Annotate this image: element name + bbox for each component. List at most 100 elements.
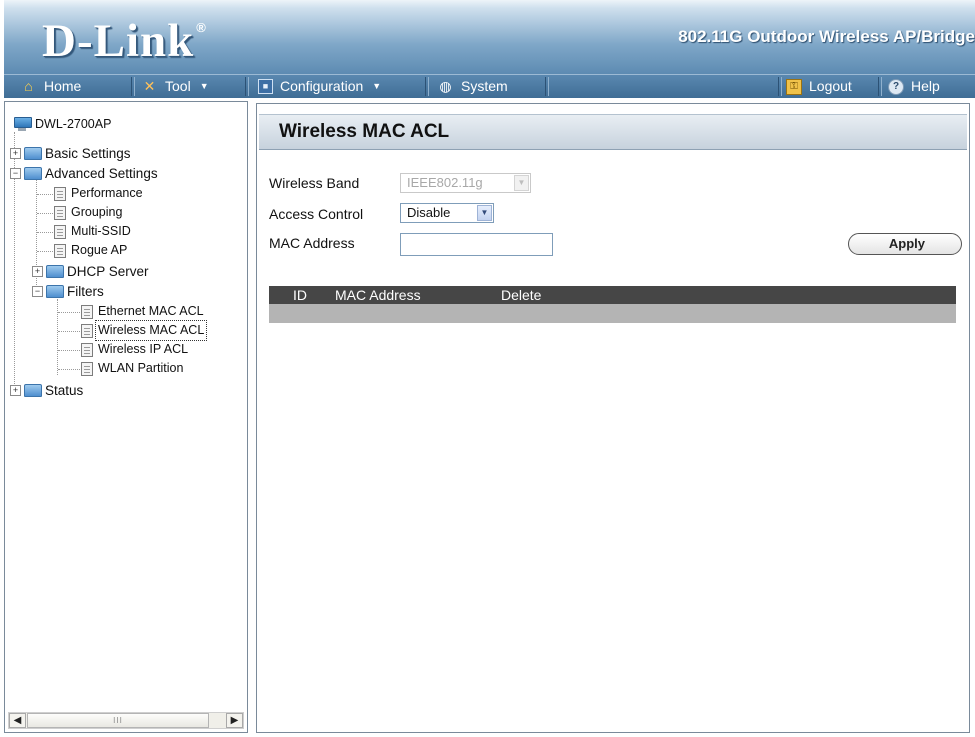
menu-separator [778,77,782,96]
menu-bar: ⌂ Home ✕ Tool ▼ ■ Configuration ▼ ◍ Syst… [4,74,975,98]
menu-logout-label: Logout [809,78,852,94]
tree-connector [37,194,53,195]
tree-item-label: Wireless IP ACL [98,342,189,356]
menu-help[interactable]: ? Help [888,75,940,98]
tree-item-label: Rogue AP [71,243,128,257]
folder-icon [24,384,42,397]
product-name: 802.11G Outdoor Wireless AP/Bridge [678,27,975,46]
tree-item-performance[interactable]: Performance [54,184,143,203]
access-point-icon [12,116,32,133]
apply-button[interactable]: Apply [848,233,962,255]
tree-item-status[interactable]: + Status [10,381,83,400]
tree-item-rogue-ap[interactable]: Rogue AP [54,241,127,260]
globe-icon: ◍ [439,78,452,94]
tree-item-label: WLAN Partition [98,361,184,375]
scroll-left-icon[interactable]: ◀ [9,713,26,728]
collapse-icon[interactable]: − [32,286,43,297]
menu-home[interactable]: ⌂ Home [20,75,81,98]
menu-logout[interactable]: ⚿ Logout [786,75,852,98]
tree-item-wlan-partition[interactable]: WLAN Partition [81,359,183,378]
navigation-tree: DWL-2700AP + Basic Settings − Advanced S… [4,101,248,733]
tree-item-filters[interactable]: − Filters [32,282,104,301]
page-icon [81,342,93,357]
tree-connector [58,350,80,351]
tree-item-label-selected: Wireless MAC ACL [95,320,208,341]
tree-connector [57,299,58,375]
open-folder-icon [24,167,42,180]
tree-connector [58,369,80,370]
help-icon: ? [888,78,904,95]
tree-connector [37,213,53,214]
tool-icon: ✕ [143,78,156,94]
page-icon [81,304,93,319]
tree-item-wireless-mac-acl[interactable]: Wireless MAC ACL [81,320,208,341]
wireless-band-select: IEEE802.11g ▼ [400,173,531,193]
wireless-band-value: IEEE802.11g [407,175,483,190]
menu-tool-label: Tool [165,78,191,94]
menu-home-label: Home [44,78,82,94]
tree-item-wireless-ip-acl[interactable]: Wireless IP ACL [81,340,188,359]
page-icon [54,205,66,220]
scroll-grip: III [113,716,123,725]
tree-item-dhcp-server[interactable]: + DHCP Server [32,262,149,281]
tree-item-root[interactable]: DWL-2700AP [12,115,111,134]
page-icon [81,323,93,338]
access-control-select[interactable]: Disable ▼ [400,203,494,223]
tree-item-label: DHCP Server [67,264,149,279]
page-icon [54,224,66,239]
tree-item-label: Performance [71,186,143,200]
expand-icon[interactable]: + [10,148,21,159]
tree-item-multi-ssid[interactable]: Multi-SSID [54,222,131,241]
menu-tool[interactable]: ✕ Tool ▼ [141,75,209,98]
tree-connector [37,232,53,233]
tree-item-advanced-settings[interactable]: − Advanced Settings [10,164,158,183]
col-delete: Delete [501,287,542,303]
scroll-thumb[interactable]: III [27,713,209,728]
app-header: D-Link ® 802.11G Outdoor Wireless AP/Brid… [4,0,975,74]
dlink-logo: D-Link ® [42,15,207,67]
tree-item-label: Filters [67,284,104,299]
title-bar: Wireless MAC ACL [259,114,967,150]
menu-separator [245,77,249,96]
tree-item-label: Advanced Settings [45,166,158,181]
menu-separator [545,77,549,96]
tree-item-label: Ethernet MAC ACL [98,304,204,318]
menu-configuration-label: Configuration [280,78,364,94]
expand-icon[interactable]: + [10,385,21,396]
tree-item-label: Multi-SSID [71,224,131,238]
page-icon [54,243,66,258]
menu-configuration[interactable]: ■ Configuration ▼ [258,75,381,98]
tree-item-basic-settings[interactable]: + Basic Settings [10,144,131,163]
collapse-icon[interactable]: − [10,168,21,179]
folder-icon [46,265,64,278]
access-control-value: Disable [407,205,451,220]
scroll-right-icon[interactable]: ▶ [226,713,243,728]
tree-item-ethernet-mac-acl[interactable]: Ethernet MAC ACL [81,302,204,321]
page-title: Wireless MAC ACL [279,121,450,142]
tree-item-label: Status [45,383,84,398]
tree-item-label: Grouping [71,205,123,219]
access-control-label: Access Control [269,206,364,222]
menu-separator [131,77,135,96]
col-id: ID [293,287,307,303]
menu-separator [425,77,429,96]
menu-system[interactable]: ◍ System [437,75,508,98]
mac-address-input[interactable] [400,233,553,256]
tree-item-grouping[interactable]: Grouping [54,203,122,222]
chevron-down-icon: ▼ [199,81,209,91]
menu-help-label: Help [911,78,940,94]
open-folder-icon [46,285,64,298]
expand-icon[interactable]: + [32,266,43,277]
chevron-down-icon[interactable]: ▼ [477,205,492,221]
chevron-down-icon: ▼ [372,81,382,91]
tree-item-label: DWL-2700AP [35,117,112,131]
content-panel: Wireless MAC ACL Wireless Band IEEE802.1… [256,103,970,733]
folder-icon [24,147,42,160]
acl-table-row [269,304,956,323]
menu-system-label: System [461,78,508,94]
horizontal-scrollbar[interactable]: ◀ III ▶ [8,712,244,729]
page-icon [81,361,93,376]
mac-address-label: MAC Address [269,235,355,251]
tree-connector [58,331,80,332]
home-icon: ⌂ [24,78,33,94]
